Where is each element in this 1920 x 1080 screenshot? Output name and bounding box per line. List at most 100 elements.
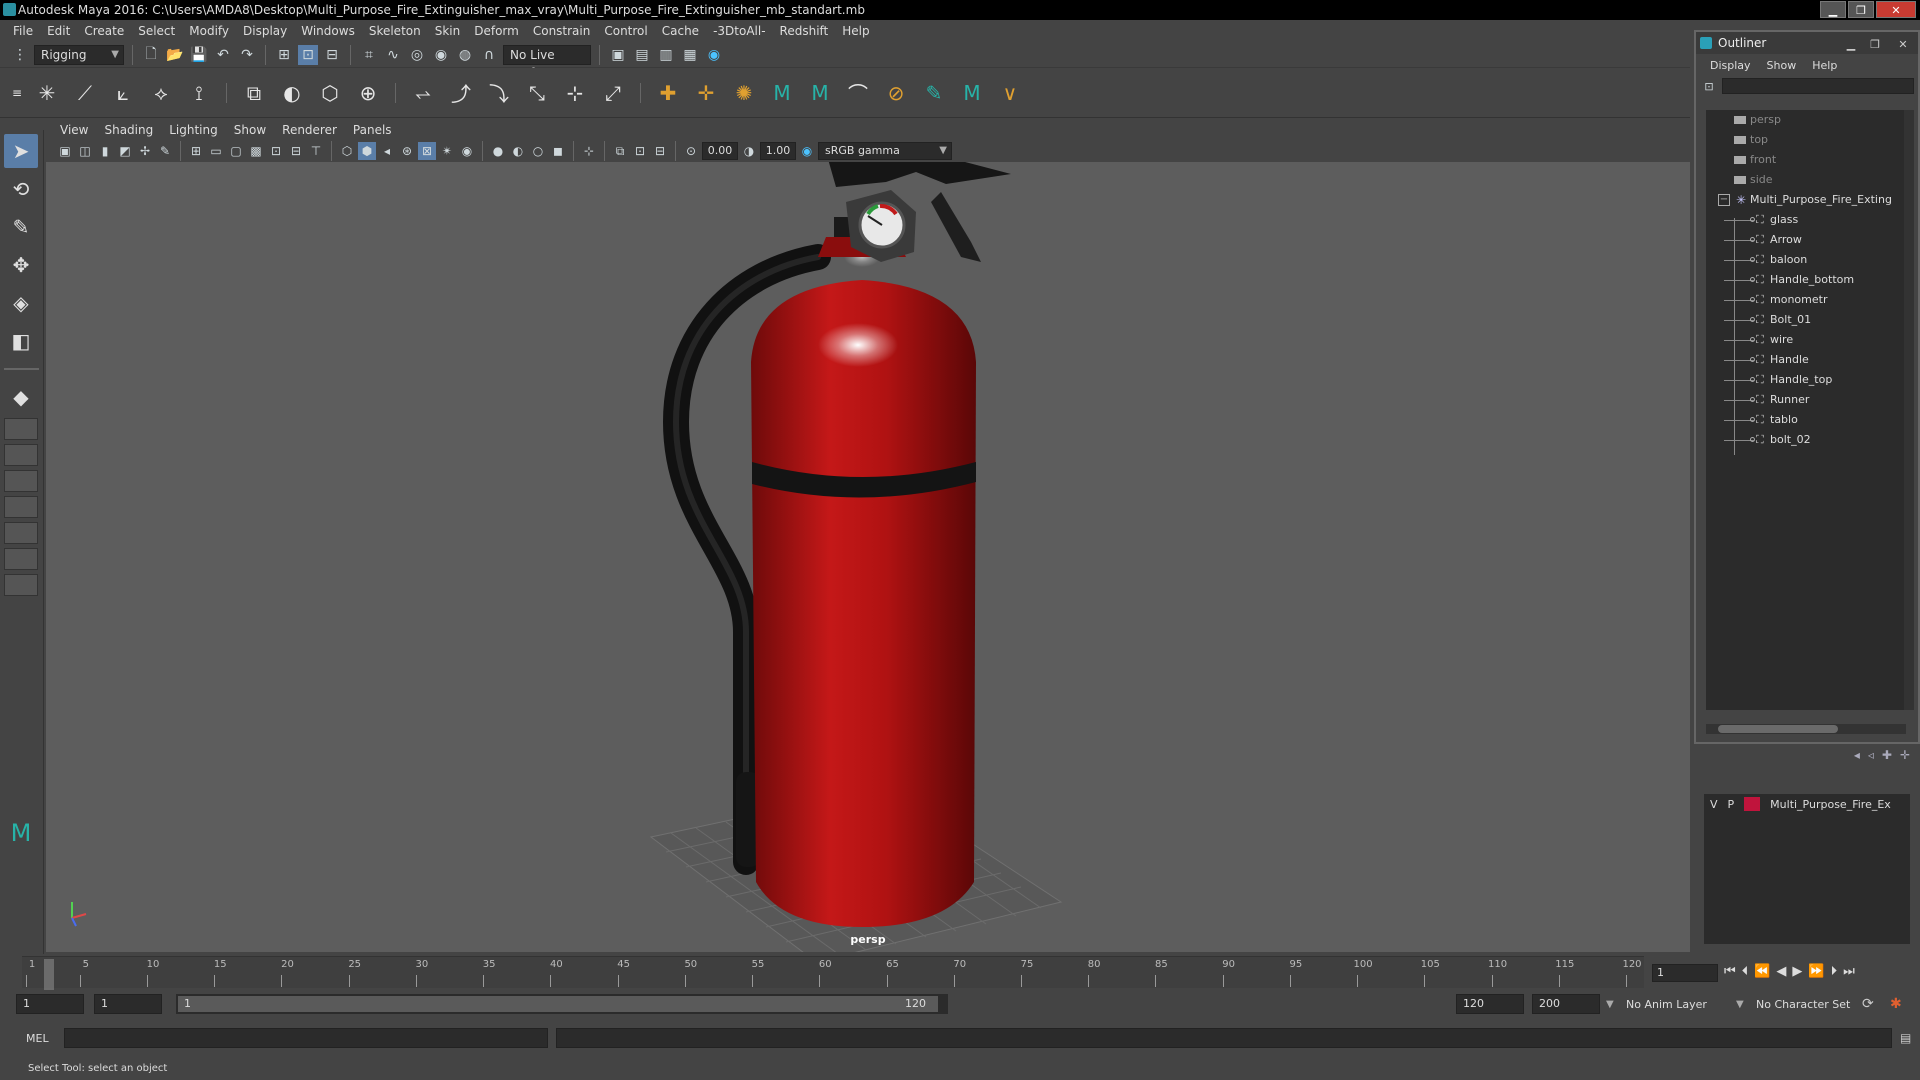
mirror-joint-icon[interactable]: ⟟ — [184, 78, 214, 108]
menu-3dtoall[interactable]: -3DtoAll- — [706, 24, 772, 38]
range-slider[interactable]: 1 120 — [176, 994, 948, 1014]
chevron-down-icon[interactable]: ▼ — [1606, 999, 1614, 1010]
safe-title-icon[interactable]: ⊤ — [307, 142, 325, 160]
shadows-icon[interactable]: ✴ — [438, 142, 456, 160]
playhead[interactable] — [44, 959, 54, 991]
panel-menu-view[interactable]: View — [52, 123, 96, 137]
camera-attributes-icon[interactable]: ◫ — [76, 142, 94, 160]
menu-redshift[interactable]: Redshift — [773, 24, 836, 38]
layer-row[interactable]: V P Multi_Purpose_Fire_Ex — [1704, 794, 1910, 814]
chevron-down-icon[interactable]: ▼ — [1736, 999, 1744, 1010]
range-slider-fill[interactable] — [178, 996, 938, 1012]
menu-file[interactable]: File — [6, 24, 40, 38]
single-view-icon[interactable]: ◆ — [4, 380, 38, 414]
outliner-item-mesh[interactable]: ⛶ baloon — [1706, 250, 1906, 270]
scale-constraint-icon[interactable]: ⤡ — [522, 78, 552, 108]
resolution-gate-icon[interactable]: ▢ — [227, 142, 245, 160]
anim-layer-dropdown[interactable]: No Anim Layer — [1626, 998, 1707, 1011]
paint-select-icon[interactable]: ✎ — [4, 210, 38, 244]
maya-script-3-icon[interactable]: M — [957, 78, 987, 108]
backface-icon[interactable]: ⊟ — [651, 142, 669, 160]
locator-icon[interactable]: ✚ — [653, 78, 683, 108]
minimize-button[interactable]: ▁ — [1820, 1, 1846, 18]
xray-joints-icon[interactable]: ⧉ — [611, 142, 629, 160]
layer-playback-toggle[interactable]: P — [1728, 798, 1735, 811]
outliner-item-mesh[interactable]: ⛶ Handle_top — [1706, 370, 1906, 390]
key-forward-icon[interactable]: ⏩ — [1808, 964, 1824, 979]
outliner-item-mesh[interactable]: ⛶ Handle — [1706, 350, 1906, 370]
xray-components-icon[interactable]: ⊡ — [631, 142, 649, 160]
smooth-shade-icon[interactable]: ⬢ — [358, 142, 376, 160]
image-plane-icon[interactable]: ◩ — [116, 142, 134, 160]
undo-icon[interactable]: ↶ — [213, 45, 233, 65]
outliner-item-mesh[interactable]: ⛶ Arrow — [1706, 230, 1906, 250]
rotate-tool-icon[interactable]: ◈ — [4, 286, 38, 320]
outliner-menu-help[interactable]: Help — [1804, 59, 1845, 72]
paint-weights-icon[interactable]: ◐ — [277, 78, 307, 108]
viewport-persp[interactable]: persp — [46, 162, 1690, 952]
wireframe-on-shaded-icon[interactable]: ◂ — [378, 142, 396, 160]
2d-pan-icon[interactable]: ✢ — [136, 142, 154, 160]
menu-edit[interactable]: Edit — [40, 24, 77, 38]
layout-stack-icon[interactable] — [4, 496, 38, 518]
safe-action-icon[interactable]: ⊟ — [287, 142, 305, 160]
menu-select[interactable]: Select — [131, 24, 182, 38]
step-back-icon[interactable]: ⏴ — [1742, 964, 1749, 979]
maya-script-2-icon[interactable]: M — [805, 78, 835, 108]
maya-script-icon[interactable]: M — [767, 78, 797, 108]
controller-icon[interactable]: ⊘ — [881, 78, 911, 108]
render-settings-icon[interactable]: ▦ — [680, 45, 700, 65]
new-scene-icon[interactable]: 🗋 — [141, 45, 161, 65]
layout-extra-icon[interactable] — [4, 574, 38, 596]
color-management-icon[interactable]: ◉ — [798, 142, 816, 160]
redo-icon[interactable]: ↷ — [237, 45, 257, 65]
outliner-menu-show[interactable]: Show — [1759, 59, 1805, 72]
menu-modify[interactable]: Modify — [182, 24, 236, 38]
outliner-item-mesh[interactable]: ⛶ Runner — [1706, 390, 1906, 410]
outliner-item-mesh[interactable]: ⛶ glass — [1706, 210, 1906, 230]
exposure-icon[interactable]: ⊙ — [682, 142, 700, 160]
select-object-icon[interactable]: ⊡ — [298, 44, 318, 65]
layer-move-up-icon[interactable]: ◂ — [1854, 748, 1860, 762]
menu-windows[interactable]: Windows — [294, 24, 362, 38]
outliner-item-mesh[interactable]: ⛶ tablo — [1706, 410, 1906, 430]
playback-start-field[interactable]: 1 — [94, 994, 162, 1014]
anti-alias-icon[interactable]: ◐ — [509, 142, 527, 160]
film-gate-icon[interactable]: ▭ — [207, 142, 225, 160]
outliner-menu-display[interactable]: Display — [1702, 59, 1759, 72]
panel-menu-lighting[interactable]: Lighting — [161, 123, 226, 137]
snap-point-icon[interactable]: ◎ — [407, 45, 427, 65]
outliner-item-camera[interactable]: top — [1706, 130, 1906, 150]
cluster-icon[interactable]: ⊕ — [353, 78, 383, 108]
field-chart-icon[interactable]: ⊡ — [267, 142, 285, 160]
time-slider[interactable]: 1 5 10 15 20 25 30 35 40 45 50 55 60 65 70 75 80 85 90 95 10… — [0, 954, 1920, 991]
character-set-dropdown[interactable]: No Character Set — [1756, 998, 1850, 1011]
key-back-icon[interactable]: ⏪ — [1754, 964, 1770, 979]
snap-grid-icon[interactable]: ⌗ — [359, 45, 379, 65]
new-layer-icon[interactable]: ✚ — [1882, 748, 1892, 762]
snap-view-icon[interactable]: ◉ — [431, 45, 451, 65]
scroll-thumb[interactable] — [1718, 725, 1838, 733]
layer-color-swatch[interactable] — [1744, 797, 1761, 811]
orient-constraint-icon[interactable]: ⤵ — [484, 78, 514, 108]
scale-tool-icon[interactable]: ◧ — [4, 324, 38, 358]
exposure-field[interactable]: 0.00 — [702, 142, 738, 160]
close-button[interactable]: ✕ — [1876, 1, 1916, 18]
outliner-item-camera[interactable]: persp — [1706, 110, 1906, 130]
select-hierarchy-icon[interactable]: ⊞ — [274, 45, 294, 65]
end-time-field[interactable]: 200 — [1532, 994, 1600, 1014]
start-time-field[interactable]: 1 — [16, 994, 84, 1014]
outliner-item-root[interactable]: − ✳ Multi_Purpose_Fire_Exting — [1706, 190, 1906, 210]
maximize-button[interactable]: ❐ — [1848, 1, 1874, 18]
script-language-label[interactable]: MEL — [26, 1032, 56, 1045]
filter-icon[interactable]: ⊡ — [1702, 79, 1716, 93]
play-back-icon[interactable]: ◀ — [1776, 964, 1786, 979]
use-lights-icon[interactable]: ⊠ — [418, 142, 436, 160]
snap-surface-icon[interactable]: ◍ — [455, 45, 475, 65]
outliner-item-mesh[interactable]: ⛶ monometr — [1706, 290, 1906, 310]
bookmark-icon[interactable]: ▮ — [96, 142, 114, 160]
pole-vector-icon[interactable]: ⤢ — [598, 78, 628, 108]
ik-handle-icon[interactable]: ⟋ — [70, 78, 100, 108]
isolate-select-icon[interactable]: ◼ — [549, 142, 567, 160]
play-forward-icon[interactable]: ▶ — [1792, 964, 1802, 979]
